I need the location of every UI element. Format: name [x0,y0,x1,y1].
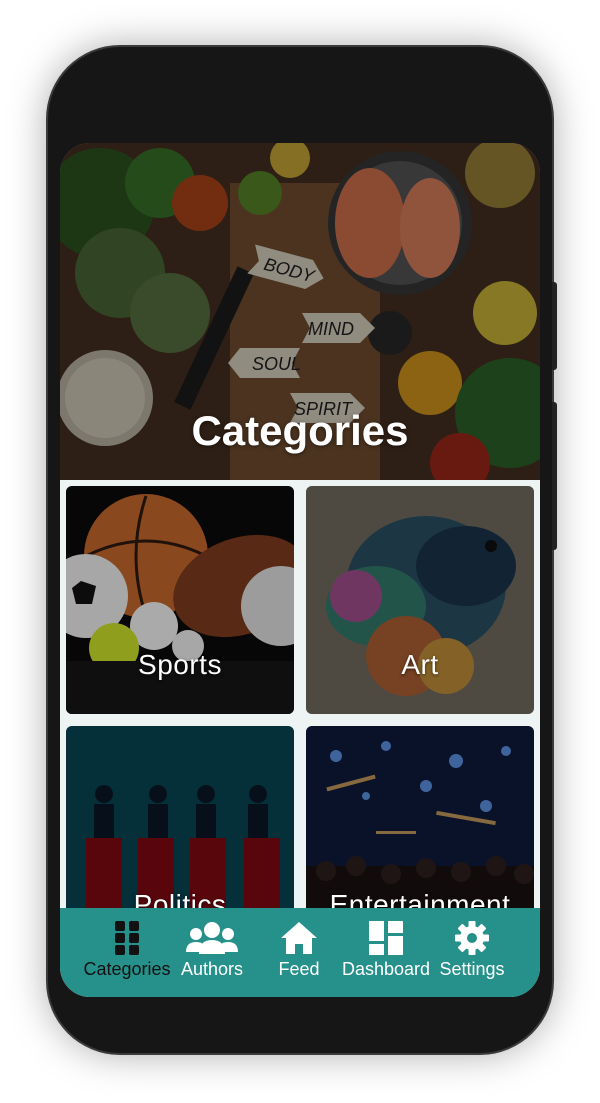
home-icon [281,922,317,954]
nav-item-categories[interactable]: Categories [79,920,175,990]
grid-icon [115,921,139,955]
nav-item-dashboard[interactable]: Dashboard [338,920,434,990]
hero-banner: BODY MIND SOUL SPIRIT Categories [60,143,540,480]
category-label: Art [401,649,439,680]
category-card-art[interactable]: Art [306,486,534,714]
users-icon [186,922,238,954]
category-card-sports[interactable]: Sports [66,486,294,714]
dashboard-icon [369,921,403,955]
category-label: Sports [138,649,222,680]
nav-label: Dashboard [341,959,431,979]
phone-side-button [552,402,557,550]
phone-side-button [552,282,557,370]
page-title: Categories [191,407,409,454]
nav-label: Settings [439,959,505,979]
nav-item-authors[interactable]: Authors [164,920,260,990]
nav-item-feed[interactable]: Feed [251,920,347,990]
app-screen: BODY MIND SOUL SPIRIT Categories [60,143,540,997]
nav-label: Authors [180,959,244,979]
nav-item-settings[interactable]: Settings [424,920,520,990]
gear-icon [455,921,489,955]
nav-label: Categories [83,959,171,979]
bottom-nav: Categories Authors Feed Dashboard Settin… [60,908,540,997]
nav-label: Feed [278,959,320,979]
